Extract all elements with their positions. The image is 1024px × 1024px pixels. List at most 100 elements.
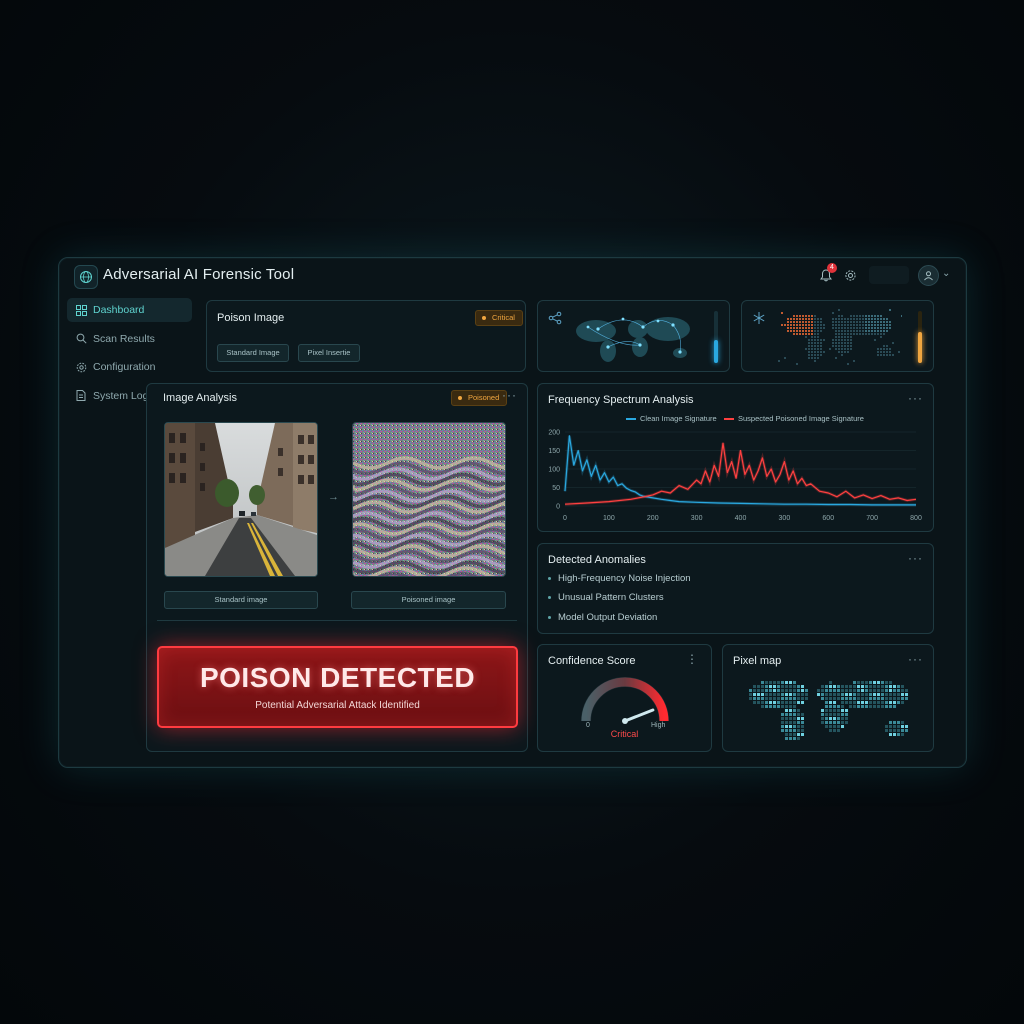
- map-dot: [857, 697, 860, 700]
- map-dot: [847, 327, 849, 329]
- map-dot: [853, 693, 856, 696]
- map-dot: [841, 321, 843, 323]
- standard-image-label[interactable]: Standard image: [164, 591, 318, 609]
- map-dot: [799, 315, 801, 317]
- map-dot: [853, 324, 855, 326]
- map-dot: [835, 321, 837, 323]
- map-dot: [886, 351, 888, 353]
- map-dot: [868, 333, 870, 335]
- frequency-chart: 200 150 100 50 00 100 200 300 400 300 600 700 800: [548, 430, 922, 523]
- chip-pixel-insertie[interactable]: Pixel Insertie: [298, 344, 360, 362]
- map-dot: [808, 339, 810, 341]
- map-dot: [865, 697, 868, 700]
- map-dot: [865, 705, 868, 708]
- map-dot: [825, 709, 828, 712]
- map-dot: [829, 681, 832, 684]
- sidebar-item-dashboard[interactable]: Dashboard: [67, 298, 192, 322]
- map-dot: [880, 327, 882, 329]
- map-dot: [801, 721, 804, 724]
- map-dot: [856, 327, 858, 329]
- more-icon[interactable]: ···: [908, 652, 923, 666]
- map-dot: [802, 333, 804, 335]
- map-dot: [799, 318, 801, 320]
- map-dot: [781, 681, 784, 684]
- map-dot: [761, 685, 764, 688]
- chevron-down-icon[interactable]: ⌄: [942, 268, 950, 279]
- notification-badge: 4: [827, 263, 837, 273]
- more-icon[interactable]: ···: [502, 388, 517, 402]
- map-dot: [765, 701, 768, 704]
- map-dot: [853, 689, 856, 692]
- map-dot: [885, 681, 888, 684]
- map-dot: [808, 327, 810, 329]
- map-dot: [889, 721, 892, 724]
- map-dot: [817, 333, 819, 335]
- map-dot: [850, 336, 852, 338]
- chip-standard-image[interactable]: Standard Image: [217, 344, 289, 362]
- panel-title: Image Analysis: [163, 392, 237, 404]
- x-tick-label: 0: [563, 515, 567, 522]
- more-icon[interactable]: ⋮: [686, 652, 699, 666]
- map-dot: [844, 351, 846, 353]
- map-dot: [874, 315, 876, 317]
- map-dot: [897, 689, 900, 692]
- map-dot: [861, 697, 864, 700]
- map-dot: [765, 693, 768, 696]
- map-dot: [877, 354, 879, 356]
- map-dot: [814, 351, 816, 353]
- map-dot: [814, 354, 816, 356]
- panel-title: Frequency Spectrum Analysis: [548, 394, 694, 406]
- map-dot: [885, 705, 888, 708]
- map-dot: [832, 327, 834, 329]
- map-dot: [841, 345, 843, 347]
- map-dot: [814, 315, 816, 317]
- map-dot: [901, 729, 904, 732]
- map-dot: [814, 333, 816, 335]
- map-dot: [814, 336, 816, 338]
- map-dot: [765, 685, 768, 688]
- map-dot: [853, 321, 855, 323]
- map-dot: [832, 339, 834, 341]
- map-dot: [841, 315, 843, 317]
- map-dot: [841, 336, 843, 338]
- x-tick-label: 600: [822, 515, 834, 522]
- map-dot: [845, 709, 848, 712]
- map-dot: [853, 333, 855, 335]
- map-dot: [805, 697, 808, 700]
- alert-subtitle: Potential Adversarial Attack Identified: [255, 700, 420, 711]
- more-icon[interactable]: ···: [908, 391, 923, 405]
- more-icon[interactable]: ···: [908, 551, 923, 565]
- share-icon[interactable]: [548, 311, 562, 330]
- map-dot: [893, 721, 896, 724]
- map-dot: [801, 689, 804, 692]
- map-dot: [793, 681, 796, 684]
- map-dot: [838, 327, 840, 329]
- map-dot: [769, 681, 772, 684]
- map-dot: [817, 339, 819, 341]
- map-dot: [889, 733, 892, 736]
- map-dot: [821, 713, 824, 716]
- map-dot: [749, 693, 752, 696]
- map-dot: [821, 717, 824, 720]
- map-dot: [885, 689, 888, 692]
- map-dot: [833, 713, 836, 716]
- bell-icon[interactable]: 4: [818, 263, 837, 283]
- map-dot: [877, 321, 879, 323]
- sidebar-item-scan-results[interactable]: Scan Results: [67, 327, 192, 351]
- snowflake-icon[interactable]: [752, 311, 766, 330]
- map-dot: [765, 689, 768, 692]
- poisoned-image-label[interactable]: Poisoned image: [351, 591, 506, 609]
- map-dot: [789, 705, 792, 708]
- gear-icon[interactable]: [842, 267, 858, 283]
- map-dot: [881, 697, 884, 700]
- avatar[interactable]: [918, 265, 939, 286]
- map-dot: [801, 685, 804, 688]
- map-dot: [865, 318, 867, 320]
- map-dot: [886, 324, 888, 326]
- sidebar-item-configuration[interactable]: Configuration: [67, 355, 192, 379]
- map-dot: [785, 681, 788, 684]
- map-dot: [880, 333, 882, 335]
- map-dot: [901, 685, 904, 688]
- map-dot: [773, 689, 776, 692]
- map-dot: [793, 330, 795, 332]
